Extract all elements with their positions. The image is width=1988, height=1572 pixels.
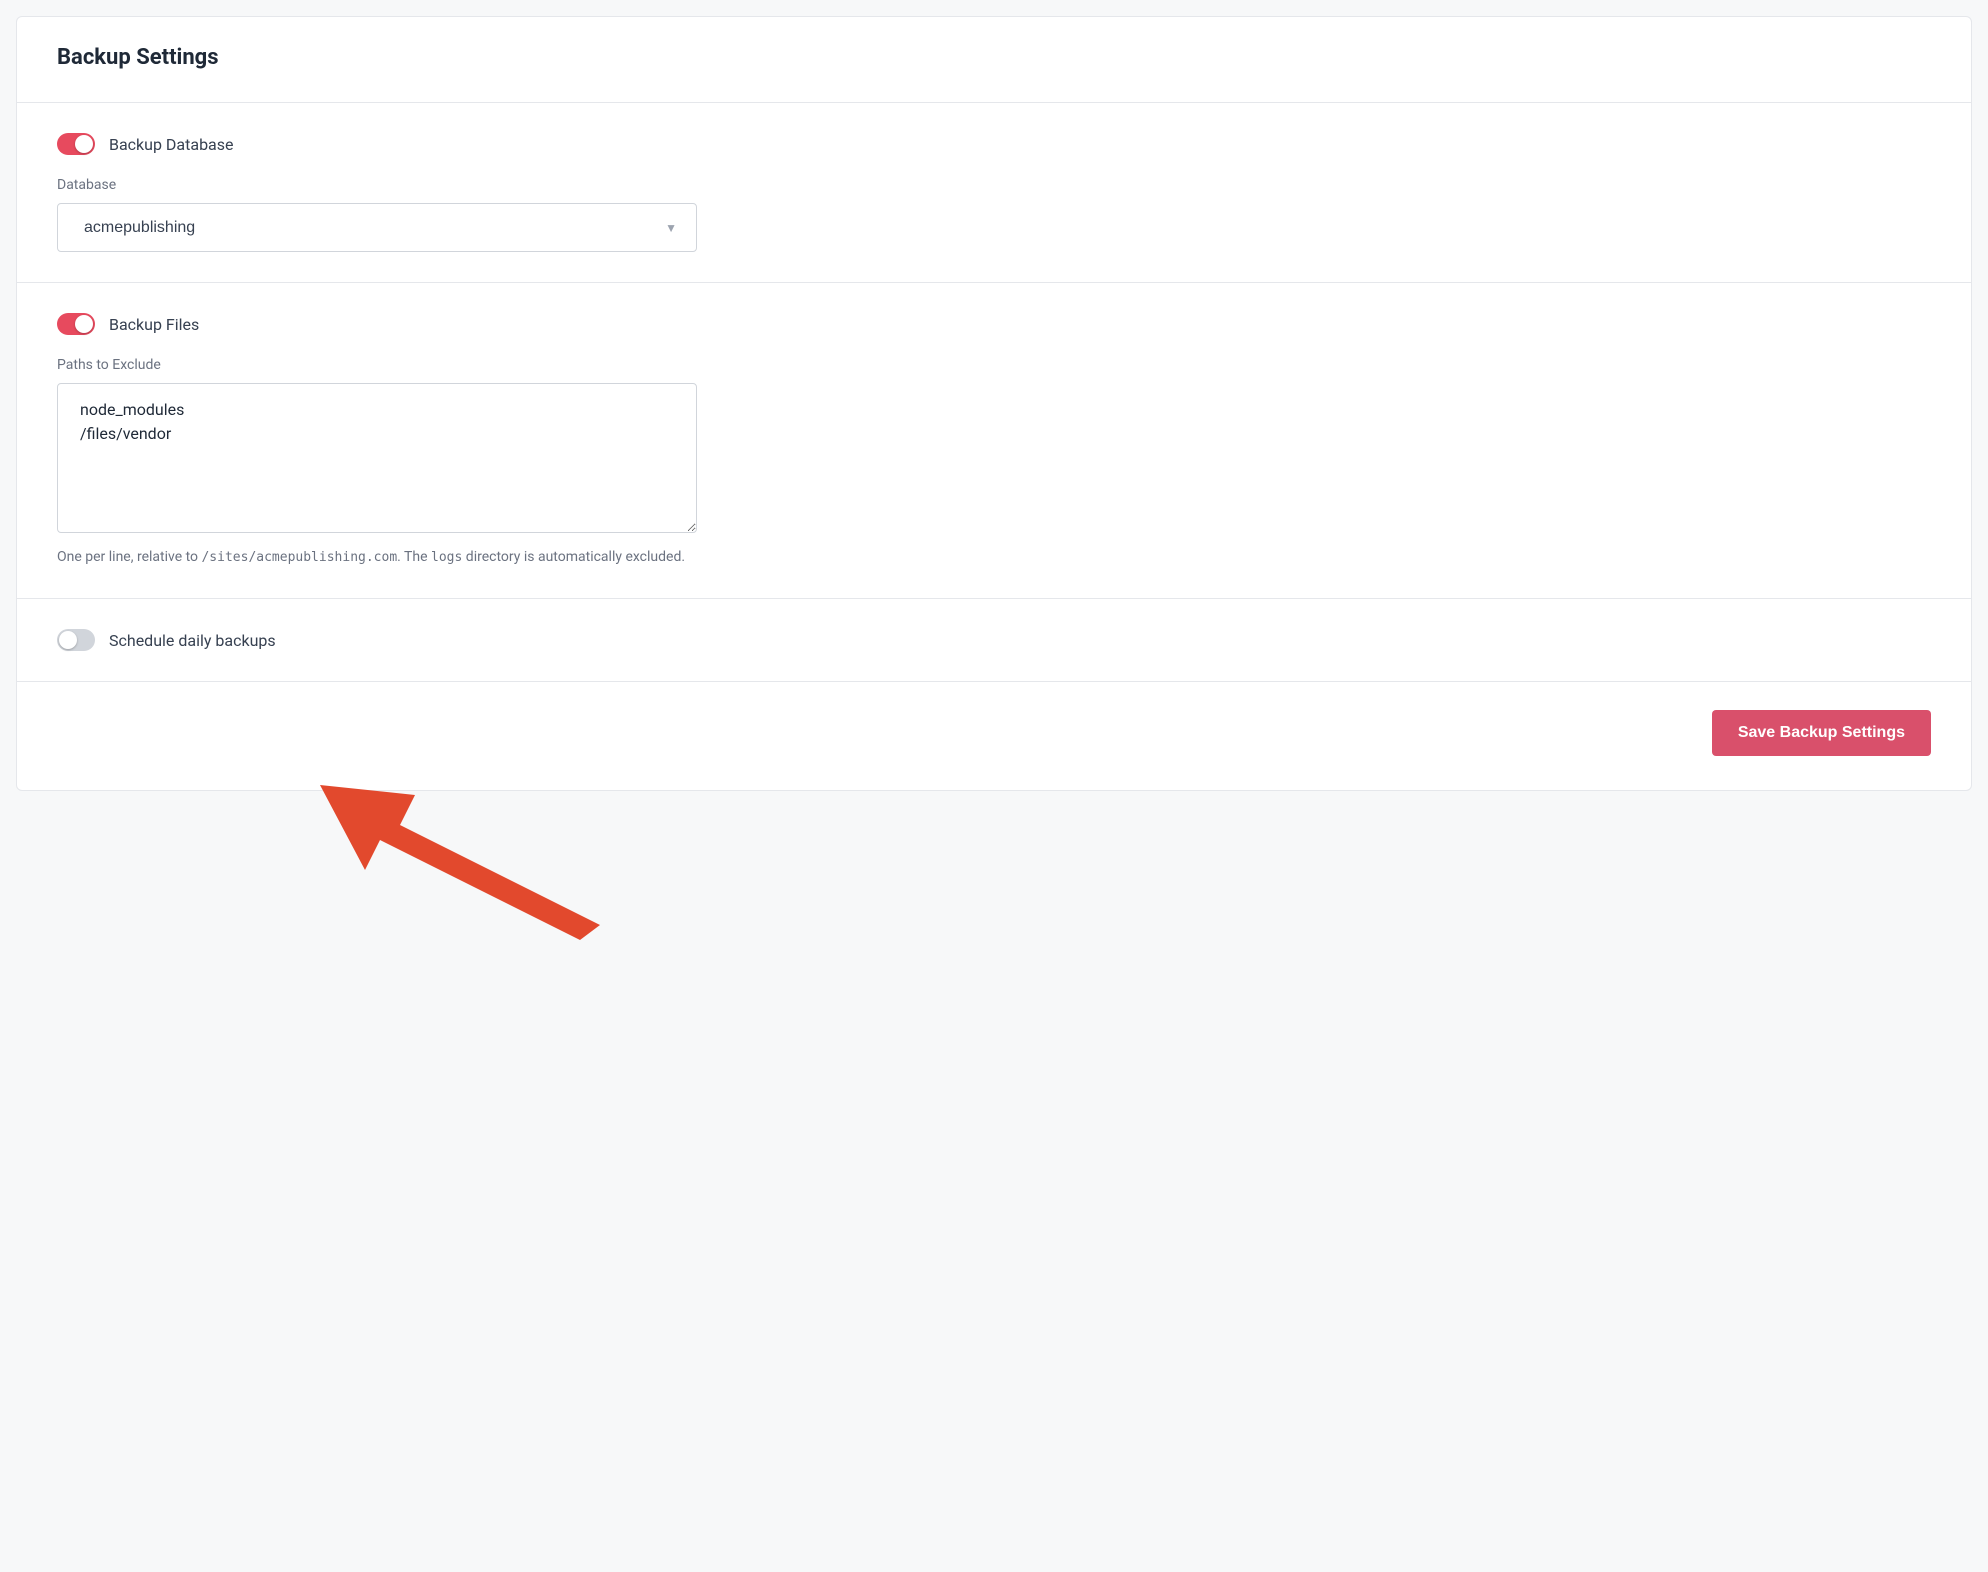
toggle-label-files: Backup Files [109,315,199,334]
toggle-row-database: Backup Database [57,133,697,155]
toggle-backup-files[interactable] [57,313,95,335]
help-text-paths: One per line, relative to /sites/acmepub… [57,547,697,568]
paths-exclude-textarea[interactable]: node_modules /files/vendor [57,383,697,533]
label-database: Database [57,177,697,193]
backup-settings-card: Backup Settings Backup Database Database… [16,16,1972,791]
card-header: Backup Settings [17,17,1971,103]
toggle-row-schedule: Schedule daily backups [57,629,697,651]
section-database: Backup Database Database acmepublishing … [17,103,1971,283]
annotation-arrow-icon [320,770,620,940]
select-wrap-database: acmepublishing ▼ [57,203,697,252]
toggle-label-schedule: Schedule daily backups [109,631,276,650]
save-backup-settings-button[interactable]: Save Backup Settings [1712,710,1931,756]
card-footer: Save Backup Settings [17,682,1971,790]
toggle-label-database: Backup Database [109,135,234,154]
database-select[interactable]: acmepublishing [57,203,697,252]
section-schedule: Schedule daily backups [17,599,1971,682]
toggle-schedule-daily[interactable] [57,629,95,651]
page-title: Backup Settings [57,45,1931,70]
label-paths-exclude: Paths to Exclude [57,357,697,373]
section-files: Backup Files Paths to Exclude node_modul… [17,283,1971,599]
toggle-row-files: Backup Files [57,313,697,335]
toggle-backup-database[interactable] [57,133,95,155]
